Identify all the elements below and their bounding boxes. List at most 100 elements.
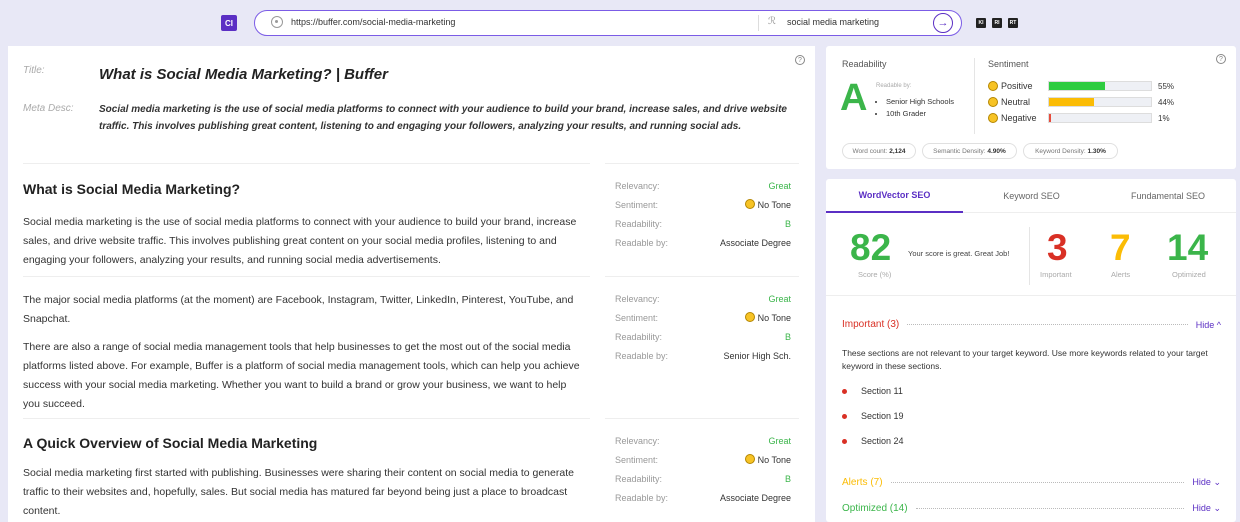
important-accordion[interactable]: Important (3) Hide ^ xyxy=(842,319,1221,330)
section-heading: What is Social Media Marketing? xyxy=(23,181,241,197)
sentiment-percent: 1% xyxy=(1158,114,1170,123)
help-icon[interactable]: ? xyxy=(1216,54,1226,64)
keyword-density-badge: Keyword Density: 1.30% xyxy=(1023,143,1118,159)
readable-level: 10th Grader xyxy=(886,108,954,120)
readability-value: B xyxy=(784,332,791,342)
optimized-count: 14 xyxy=(1167,227,1209,268)
tab-wordvector-seo[interactable]: WordVector SEO xyxy=(826,179,963,213)
divider xyxy=(974,58,975,134)
divider xyxy=(605,163,799,164)
list-item[interactable]: Section 24 xyxy=(842,436,904,446)
submit-arrow-icon[interactable]: → xyxy=(933,13,953,33)
section-paragraph: The major social media platforms (at the… xyxy=(23,294,574,325)
readable-levels: Senior High Schools 10th Grader xyxy=(886,96,954,120)
alerts-label: Alerts xyxy=(1111,270,1131,279)
divider xyxy=(826,295,1236,296)
readable-by-label: Readable by: xyxy=(615,238,669,248)
sentiment-bar xyxy=(1048,97,1152,107)
important-label: Important xyxy=(1040,270,1072,279)
section-paragraph: There are also a range of social media m… xyxy=(23,341,580,410)
sentiment-value: No Tone xyxy=(757,455,791,465)
optimized-accordion[interactable]: Optimized (14) Hide ⌄ xyxy=(842,503,1221,514)
relevancy-value: Great xyxy=(768,436,791,446)
chevron-up-icon: ^ xyxy=(1216,319,1221,330)
readable-by-label: Readable by: xyxy=(876,83,912,89)
divider xyxy=(758,15,759,31)
meta-description: Social media marketing is the use of soc… xyxy=(99,104,787,132)
ri-button[interactable]: RI xyxy=(992,18,1002,28)
rt-button[interactable]: RT xyxy=(1008,18,1018,28)
sentiment-row-negative: Negative xyxy=(988,113,1037,123)
important-count: 3 xyxy=(1047,227,1068,268)
chevron-down-icon: ⌄ xyxy=(1213,477,1221,487)
hide-toggle[interactable]: Hide ^ xyxy=(1196,320,1221,330)
neutral-face-icon xyxy=(744,312,755,322)
hide-toggle[interactable]: Hide ⌄ xyxy=(1192,503,1221,514)
semantic-density-label: Semantic Density: xyxy=(933,147,986,155)
keyword-input[interactable]: social media marketing xyxy=(787,17,879,27)
smile-face-icon xyxy=(988,81,998,91)
hide-label: Hide xyxy=(1192,503,1211,513)
sentiment-percent: 44% xyxy=(1158,98,1175,107)
hide-label: Hide xyxy=(1195,319,1215,330)
url-input[interactable]: https://buffer.com/social-media-marketin… xyxy=(291,17,455,27)
tab-keyword-seo[interactable]: Keyword SEO xyxy=(963,179,1100,213)
sad-face-icon xyxy=(988,113,998,123)
ki-button[interactable]: KI xyxy=(976,18,986,28)
readable-by-value: Associate Degree xyxy=(719,493,791,503)
readability-label: Readability: xyxy=(615,332,663,342)
sentiment-label: Positive xyxy=(1001,81,1033,91)
word-count-label: Word count: xyxy=(852,147,888,155)
relevancy-value: Great xyxy=(768,181,791,191)
hide-toggle[interactable]: Hide ⌄ xyxy=(1192,477,1221,488)
list-item[interactable]: Section 11 xyxy=(842,386,903,396)
alerts-count: 7 xyxy=(1110,227,1131,268)
meta-desc-label: Meta Desc: xyxy=(23,103,74,114)
sentiment-bar-fill xyxy=(1049,98,1094,106)
readable-by-value: Associate Degree xyxy=(719,238,791,248)
list-item[interactable]: Section 19 xyxy=(842,411,904,421)
readability-label: Readability: xyxy=(615,219,663,229)
relevancy-value: Great xyxy=(768,294,791,304)
sentiment-label: Sentiment: xyxy=(615,200,659,210)
url-search-bar: https://buffer.com/social-media-marketin… xyxy=(254,10,962,36)
readability-label: Readability: xyxy=(615,474,663,484)
section-metrics: Relevancy: Great Sentiment: No Tone Readab… xyxy=(615,290,791,366)
help-icon[interactable]: ? xyxy=(795,55,805,65)
relevancy-label: Relevancy: xyxy=(615,294,660,304)
sentiment-value: No Tone xyxy=(757,200,791,210)
section-metrics: Relevancy: Great Sentiment: No Tone Readab… xyxy=(615,177,791,253)
sentiment-bar-fill xyxy=(1049,114,1051,122)
readability-grade: A xyxy=(840,77,868,119)
sentiment-heading: Sentiment xyxy=(988,59,1029,69)
relevancy-label: Relevancy: xyxy=(615,181,660,191)
readable-by-label: Readable by: xyxy=(615,351,669,361)
hide-label: Hide xyxy=(1192,477,1211,487)
sentiment-label: Neutral xyxy=(1001,97,1031,107)
readable-level: Senior High Schools xyxy=(886,96,954,108)
readability-sentiment-panel: ? Readability A Readable by: Senior High… xyxy=(826,46,1236,169)
sentiment-label: Sentiment: xyxy=(615,313,659,323)
section-metrics: Relevancy: Great Sentiment: No Tone Readab… xyxy=(615,432,791,508)
semantic-density-value: 4.90% xyxy=(987,147,1006,155)
important-description: These sections are not relevant to your … xyxy=(842,348,1208,371)
app-logo[interactable]: CI xyxy=(221,15,237,31)
page-title: What is Social Media Marketing? | Buffer xyxy=(99,66,388,83)
alerts-accordion[interactable]: Alerts (7) Hide ⌄ xyxy=(842,477,1221,488)
sentiment-bar-fill xyxy=(1049,82,1106,90)
divider xyxy=(23,418,590,419)
divider xyxy=(1029,227,1030,285)
readable-by-value: Senior High Sch. xyxy=(723,351,791,361)
sentiment-row-positive: Positive xyxy=(988,81,1033,91)
divider xyxy=(23,163,590,164)
divider xyxy=(605,276,799,277)
neutral-face-icon xyxy=(988,97,998,107)
optimized-label: Optimized xyxy=(1172,270,1206,279)
alerts-title: Alerts (7) xyxy=(842,477,883,488)
important-title: Important (3) xyxy=(842,319,900,330)
target-icon xyxy=(271,16,283,28)
chevron-down-icon: ⌄ xyxy=(1213,503,1221,513)
word-count-value: 2,124 xyxy=(889,147,906,155)
neutral-face-icon xyxy=(744,199,755,209)
tab-fundamental-seo[interactable]: Fundamental SEO xyxy=(1100,179,1236,213)
